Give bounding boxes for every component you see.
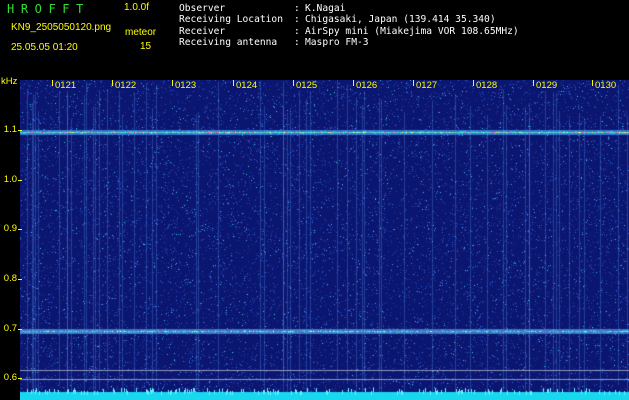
x-label: 0128 [475,80,499,91]
x-label: 0129 [535,80,559,91]
y-label: 0.9 [3,223,17,234]
y-label: 1.0 [3,174,17,185]
info-row-receiver: Receiver: AirSpy mini (Miakejima VOR 108.… [179,26,519,37]
app-title: HROFFT [7,2,90,16]
y-label: 0.6 [3,372,17,383]
info-value: K.Nagai [305,3,346,14]
info-value: Chigasaki, Japan (139.414 35.340) [305,14,496,25]
mode-label: meteor [125,27,157,38]
file-name: KN9_2505050120.png [11,22,112,33]
y-tick [18,329,22,330]
y-tick [18,378,22,379]
x-label: 0125 [295,80,319,91]
y-tick [18,279,22,280]
x-label: 0122 [114,80,138,91]
y-tick [18,180,22,181]
x-label: 0121 [54,80,78,91]
info-key: Receiving antenna [179,37,278,48]
header: HROFFT 1.0.0f KN9_2505050120.png meteor … [0,0,629,76]
x-tick [353,80,354,86]
app-version: 1.0.0f [124,2,150,13]
y-tick [18,130,22,131]
x-tick [473,80,474,86]
x-tick [533,80,534,86]
mode-value: 15 [140,41,152,52]
y-label: 0.8 [3,273,17,284]
x-tick [233,80,234,86]
x-tick [172,80,173,86]
info-value: AirSpy mini (Miakejima VOR 108.65MHz) [305,26,519,37]
x-label: 0126 [355,80,379,91]
info-value: Maspro FM-3 [305,37,369,48]
x-tick [52,80,53,86]
x-label: 0124 [235,80,259,91]
x-label: 0123 [174,80,198,91]
x-label: 0130 [594,80,618,91]
y-label: 1.1 [3,124,17,135]
x-tick [592,80,593,86]
x-label: 0127 [415,80,439,91]
y-label: 0.7 [3,323,17,334]
info-key: Observer [179,3,226,14]
datetime: 25.05.05 01:20 [11,42,78,53]
info-key: Receiving Location [179,14,283,25]
y-axis: kHz 1.1 1.0 0.9 0.8 0.7 0.6 [0,76,20,400]
info-row-antenna: Receiving antenna: Maspro FM-3 [179,37,369,48]
x-tick [413,80,414,86]
y-unit-label: kHz [1,76,18,87]
x-tick [293,80,294,86]
info-key: Receiver [179,26,226,37]
spectrogram [20,80,629,400]
x-tick [112,80,113,86]
info-row-observer: Observer: K.Nagai [179,3,346,14]
spectrogram-image [20,80,629,400]
info-row-location: Receiving Location: Chigasaki, Japan (139… [179,14,496,25]
y-tick [18,229,22,230]
